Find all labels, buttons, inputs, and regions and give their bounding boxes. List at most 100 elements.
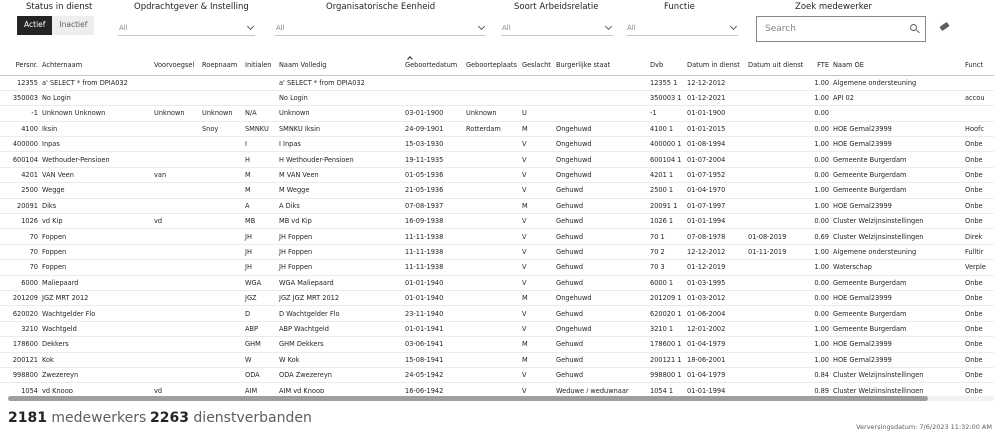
column-header[interactable]: Initialen (243, 56, 277, 76)
table-row[interactable]: 620020 Wachtgelder Flo D D Wachtgelder Flo 2… (0, 305, 994, 322)
table-row[interactable]: 1054 vd Knoop vd AJM AJM vd Knoop 16-06-1942 V… (0, 382, 994, 393)
table-cell: 0.00 (809, 167, 831, 184)
column-header[interactable]: Datum uit dienst (746, 56, 809, 76)
table-cell (464, 75, 520, 91)
table-row[interactable]: 178600 Dekkers GHM GHM Dekkers 03-06-1941 M Ge… (0, 336, 994, 353)
versiedatum: Verversingsdatum: 7/6/2023 11:32:00 AM (856, 423, 992, 431)
horizontal-scrollbar[interactable] (8, 396, 994, 401)
opdrachtgever-value: All (119, 24, 128, 32)
table-cell: Zwezereyn (40, 367, 152, 384)
table-cell: JH Foppen (277, 228, 403, 245)
table-cell: 23-11-1940 (403, 305, 464, 322)
column-header[interactable]: Achternaam (40, 56, 152, 76)
column-header[interactable]: Geboortedatum (403, 56, 464, 76)
table-cell (554, 105, 648, 122)
table-cell: H Wethouder-Pensioen (277, 151, 403, 168)
table-cell: GHM (243, 336, 277, 353)
opdrachtgever-select[interactable]: All (118, 20, 255, 36)
arbeidsrelatie-value: All (502, 24, 511, 32)
table-cell: JGZ MRT 2012 (40, 290, 152, 307)
table-row[interactable]: 6000 Maliepaard WGA WGA Maliepaard 01-01-194… (0, 275, 994, 291)
table-row[interactable]: 600104 Wethouder-Pensioen H H Wethouder-Pen… (0, 151, 994, 168)
table-row[interactable]: 20091 Diks A A Diks 07-08-1937 M Gehuwd 20091 1… (0, 198, 994, 215)
search-icon[interactable] (910, 24, 917, 31)
table-cell (152, 228, 200, 245)
table-cell: M (520, 336, 554, 353)
column-header[interactable]: Datum in dienst (685, 56, 746, 76)
table-cell: SMNKU (243, 121, 277, 138)
table-row[interactable]: 70 Foppen JH JH Foppen 11-11-1938 V Gehuwd 70 3… (0, 259, 994, 276)
table-cell (200, 352, 243, 368)
table-row[interactable]: 70 Foppen JH JH Foppen 11-11-1938 V Gehuwd 70 1… (0, 228, 994, 245)
table-cell: Unknown Unknown (40, 105, 152, 122)
table-cell: 01-04-1979 (685, 336, 746, 353)
search-input[interactable]: Search (756, 16, 926, 42)
table-row[interactable]: 4201 VAN Veen van M M VAN Veen 01-05-1936 V Ong… (0, 167, 994, 184)
table-row[interactable]: 70 Foppen JH JH Foppen 11-11-1938 V Gehuwd 70 2… (0, 244, 994, 261)
table-cell: Ongehuwd (554, 290, 648, 307)
table-cell: M (520, 198, 554, 215)
table-row[interactable]: 1026 vd Kip vd MB MB vd Kip 16-09-1938 V Gehuwd… (0, 213, 994, 230)
table-row[interactable]: 201209 JGZ MRT 2012 JGZ JGZ JGZ MRT 2012 01-… (0, 290, 994, 307)
column-header[interactable]: Naam Volledig (277, 56, 403, 76)
table-cell: 4201 (0, 167, 40, 184)
table-cell: 1.00 (809, 136, 831, 153)
table-row[interactable]: -1 Unknown Unknown Unknown Unknown N/A Unknow… (0, 105, 994, 122)
column-header[interactable]: Persnr. (0, 56, 40, 76)
table-cell (152, 336, 200, 353)
table-cell (746, 367, 809, 384)
table-cell (464, 382, 520, 393)
column-header[interactable]: Naam OE (831, 56, 963, 76)
arbeidsrelatie-select[interactable]: All (501, 20, 613, 36)
table-cell: Rotterdam (464, 121, 520, 138)
table-cell: 01-01-1900 (685, 105, 746, 122)
table-cell: 01-12-2019 (685, 259, 746, 276)
table-row[interactable]: 4100 Iksin Snoy SMNKU SMNKU Iksin 24-09-1901 R… (0, 121, 994, 138)
column-header[interactable]: FTE (809, 56, 831, 76)
table-cell: Unknown (152, 105, 200, 122)
table-cell: M Wegge (277, 182, 403, 199)
column-header[interactable]: Geslacht (520, 56, 554, 76)
table-cell: WGA Maliepaard (277, 275, 403, 291)
table-cell: 350003 (0, 90, 40, 107)
chevron-down-icon (729, 22, 738, 31)
table-row[interactable]: 350003 No Login No Login 350003 1 01-12-2021… (0, 90, 994, 107)
table-cell: 600104 1 (648, 151, 685, 168)
eenheid-select[interactable]: All (275, 20, 486, 36)
table-cell: Gehuwd (554, 259, 648, 276)
table-cell: M (520, 290, 554, 307)
table-cell: Unknown (200, 105, 243, 122)
table-row[interactable]: 998800 Zwezereyn ODA ODA Zwezereyn 24-05-194… (0, 367, 994, 384)
table-row[interactable]: 200121 Kok W W Kok 15-08-1941 M Gehuwd 200121 1… (0, 352, 994, 368)
table-cell: JH (243, 228, 277, 245)
table-cell: D Wachtgelder Flo (277, 305, 403, 322)
table-cell: 2500 1 (648, 182, 685, 199)
column-header[interactable]: Burgerlijke staat (554, 56, 648, 76)
table-cell: Waterschap (831, 259, 963, 276)
table-cell (746, 167, 809, 184)
actief-button[interactable]: Actief (17, 16, 53, 35)
table-row[interactable]: 400000 Inpas I I Inpas 15-03-1930 V Ongehuwd 40… (0, 136, 994, 153)
table-row[interactable]: 3210 Wachtgeld ABP ABP Wachtgeld 01-01-1941 V… (0, 321, 994, 338)
table-cell: 70 3 (648, 259, 685, 276)
eraser-icon[interactable] (939, 21, 950, 32)
column-header[interactable]: Dvb (648, 56, 685, 76)
table-cell: Gehuwd (554, 244, 648, 261)
column-header[interactable]: Roepnaam (200, 56, 243, 76)
table-row[interactable]: 2500 Wegge M M Wegge 21-05-1936 V Gehuwd 2500 1… (0, 182, 994, 199)
column-header[interactable]: Funct (963, 56, 994, 76)
table-cell: 70 (0, 228, 40, 245)
table-row[interactable]: 12355 a' SELECT * from DPIA032 a' SELECT *… (0, 75, 994, 91)
table-cell: Gemeente Burgerdam (831, 305, 963, 322)
scrollbar-thumb[interactable] (8, 396, 928, 401)
column-header[interactable]: Voorvoegsel (152, 56, 200, 76)
column-header[interactable]: Geboorteplaats (464, 56, 520, 76)
inactief-button[interactable]: Inactief (52, 16, 95, 35)
functie-select[interactable]: All (626, 20, 738, 36)
table-cell: Ongehuwd (554, 167, 648, 184)
table-cell: 01-04-1979 (685, 367, 746, 384)
table-cell (746, 90, 809, 107)
table-cell: 15-08-1941 (403, 352, 464, 368)
table-cell: 3210 (0, 321, 40, 338)
table-cell: V (520, 167, 554, 184)
